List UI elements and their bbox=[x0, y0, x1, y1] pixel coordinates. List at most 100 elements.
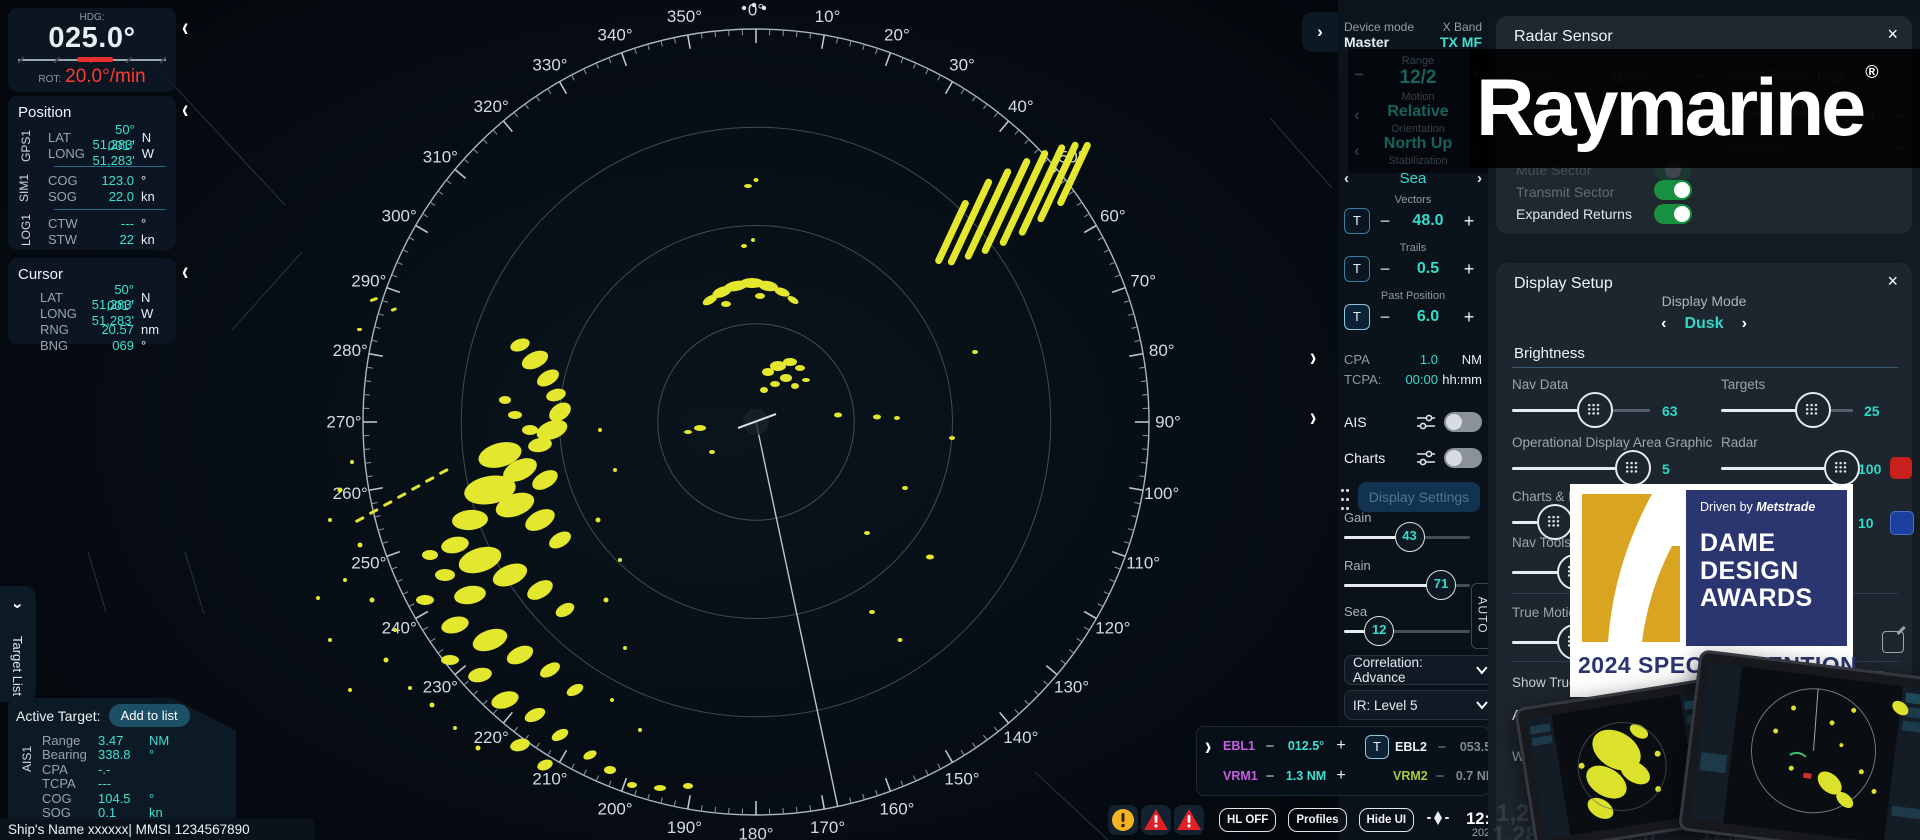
hl-off-button[interactable]: HL OFF bbox=[1219, 808, 1277, 832]
trails-true-button[interactable]: T bbox=[1344, 256, 1370, 282]
stab-prev-chevron[interactable]: ‹ bbox=[1344, 170, 1349, 187]
radar-brightness-thumb[interactable] bbox=[1824, 450, 1861, 486]
cpa-value: 1.0 bbox=[1419, 352, 1438, 367]
display-settings-button[interactable]: Display Settings bbox=[1358, 482, 1480, 512]
target-cog-label: COG bbox=[42, 790, 72, 806]
ebl2-true-button[interactable]: T bbox=[1365, 735, 1389, 759]
ebl-expand-chevron[interactable]: › bbox=[1205, 733, 1211, 764]
vrm1-label: VRM1 bbox=[1223, 769, 1258, 783]
orientation-prev-chevron[interactable]: ‹ bbox=[1354, 141, 1360, 161]
warning-alert-button[interactable] bbox=[1141, 805, 1171, 835]
target-list-tab[interactable]: › Target List bbox=[0, 586, 36, 702]
hide-ui-button[interactable]: Hide UI bbox=[1358, 808, 1415, 832]
past-position-plus[interactable]: + bbox=[1456, 307, 1482, 328]
expanded-returns-toggle[interactable] bbox=[1654, 204, 1692, 224]
collapse-hdg-chevron[interactable]: ‹ bbox=[182, 14, 188, 45]
vrm1-value: 1.3 NM bbox=[1285, 769, 1327, 783]
trails-color-swatch[interactable] bbox=[1890, 511, 1914, 535]
correlation-dropdown[interactable]: Correlation: Advance bbox=[1344, 655, 1498, 685]
award-line1: DAME bbox=[1700, 529, 1776, 557]
trails-minus[interactable]: − bbox=[1370, 259, 1400, 280]
collapse-cursor-chevron[interactable]: ‹ bbox=[182, 258, 188, 289]
ebl1-minus[interactable]: − bbox=[1259, 738, 1281, 755]
vectors-true-button[interactable]: T bbox=[1344, 208, 1370, 234]
ir-dropdown[interactable]: IR: Level 5 bbox=[1344, 690, 1498, 720]
ais-expand-chevron[interactable]: › bbox=[1310, 404, 1316, 435]
ais-filter-icon[interactable] bbox=[1416, 413, 1436, 431]
motion-prev-chevron[interactable]: ‹ bbox=[1354, 105, 1360, 125]
stabilization-selector[interactable]: ‹ Sea › bbox=[1344, 170, 1482, 187]
past-position-minus[interactable]: − bbox=[1370, 307, 1400, 328]
cursor-bng-label: BNG bbox=[40, 337, 69, 353]
source-log1: LOG1 bbox=[19, 213, 34, 247]
panel-collapse-tab[interactable]: › bbox=[1302, 12, 1338, 52]
motion-value: Relative bbox=[1387, 103, 1449, 120]
targets-slider[interactable] bbox=[1721, 392, 1853, 428]
collapse-position-chevron[interactable]: ‹ bbox=[182, 96, 188, 127]
nav-data-thumb[interactable] bbox=[1576, 392, 1613, 428]
orientation-value: North Up bbox=[1383, 135, 1453, 152]
gain-thumb[interactable]: 43 bbox=[1394, 522, 1425, 552]
caution-alert-button[interactable] bbox=[1108, 805, 1138, 835]
target-cpa-label: CPA bbox=[42, 761, 68, 777]
sea-thumb[interactable]: 12 bbox=[1364, 616, 1395, 646]
profiles-button[interactable]: Profiles bbox=[1288, 808, 1347, 832]
stab-next-chevron[interactable]: › bbox=[1477, 170, 1482, 187]
ebl2-minus[interactable]: − bbox=[1431, 739, 1453, 756]
target-cog-value: 104.5 bbox=[98, 790, 131, 806]
range-minus[interactable]: − bbox=[1354, 65, 1364, 85]
edit-icon[interactable] bbox=[1882, 631, 1904, 653]
vectors-minus[interactable]: − bbox=[1370, 211, 1400, 232]
charts-filter-icon[interactable] bbox=[1416, 449, 1436, 467]
cpa-expand-chevron[interactable]: › bbox=[1310, 344, 1316, 375]
ebl-vrm-panel: › EBL1 − 012.5° + T EBL2 − 053.5° + VRM1… bbox=[1196, 726, 1518, 796]
ship-name-mmsi: Ship's Name xxxxxx| MMSI 1234567890 bbox=[8, 822, 250, 837]
vrm1-minus[interactable]: − bbox=[1259, 768, 1281, 785]
nav-tools-label: Nav Tools bbox=[1512, 535, 1572, 550]
vectors-value: 48.0 bbox=[1412, 212, 1444, 229]
vectors-plus[interactable]: + bbox=[1456, 211, 1482, 232]
ebl1-label: EBL1 bbox=[1223, 739, 1255, 753]
transmit-sector-label: Transmit Sector bbox=[1516, 184, 1615, 200]
sea-slider[interactable]: 12 bbox=[1344, 616, 1470, 646]
vrm2-minus[interactable]: − bbox=[1429, 768, 1451, 785]
trails-value: 0.5 bbox=[1416, 260, 1440, 277]
svg-text:180°: 180° bbox=[738, 825, 773, 840]
brightness-dim-icon[interactable] bbox=[1426, 806, 1450, 835]
band-label: X Band bbox=[1442, 20, 1482, 34]
rain-thumb[interactable]: 71 bbox=[1426, 570, 1457, 600]
mode-prev-chevron[interactable]: ‹ bbox=[1661, 315, 1666, 332]
transmit-sector-toggle[interactable] bbox=[1654, 180, 1692, 200]
trails-plus[interactable]: + bbox=[1456, 259, 1482, 280]
device-mode-value: Master bbox=[1344, 34, 1390, 50]
ctw-value: --- bbox=[121, 215, 134, 231]
past-position-true-button[interactable]: T bbox=[1344, 304, 1370, 330]
radar-brightness-slider[interactable] bbox=[1721, 450, 1861, 486]
vrm1-plus[interactable]: + bbox=[1331, 767, 1351, 785]
range-menu-popup[interactable]: Range 12/2 − + Motion Relative ‹ Orienta… bbox=[1348, 49, 1488, 173]
gain-slider[interactable]: 43 bbox=[1344, 522, 1470, 552]
alarm-triangle-icon bbox=[1177, 809, 1201, 830]
radar-color-swatch[interactable] bbox=[1890, 457, 1912, 479]
close-icon[interactable]: × bbox=[1887, 271, 1898, 292]
svg-text:170°: 170° bbox=[810, 818, 845, 837]
product-display-right bbox=[1677, 649, 1920, 840]
oda-graphic-thumb[interactable] bbox=[1615, 450, 1652, 486]
ais-toggle[interactable] bbox=[1444, 412, 1482, 432]
close-icon[interactable]: × bbox=[1887, 24, 1898, 45]
oda-graphic-slider[interactable] bbox=[1512, 450, 1652, 486]
charts-toggle[interactable] bbox=[1444, 448, 1482, 468]
rain-slider[interactable]: 71 bbox=[1344, 570, 1470, 600]
ebl1-plus[interactable]: + bbox=[1331, 737, 1351, 755]
drag-handle-dots[interactable] bbox=[1340, 486, 1350, 512]
nav-data-slider[interactable] bbox=[1512, 392, 1650, 428]
motion-label: Motion bbox=[1401, 91, 1435, 103]
add-to-list-button[interactable]: Add to list bbox=[108, 704, 190, 727]
mode-next-chevron[interactable]: › bbox=[1742, 315, 1747, 332]
radar-brightness-value: 100 bbox=[1858, 461, 1882, 477]
display-mode-value: Dusk bbox=[1684, 315, 1724, 332]
alarm-alert-button[interactable] bbox=[1174, 805, 1204, 835]
targets-thumb[interactable] bbox=[1795, 392, 1832, 428]
correlation-value: Correlation: Advance bbox=[1353, 655, 1423, 685]
cpa-row: CPA 1.0 NM bbox=[1344, 352, 1482, 367]
